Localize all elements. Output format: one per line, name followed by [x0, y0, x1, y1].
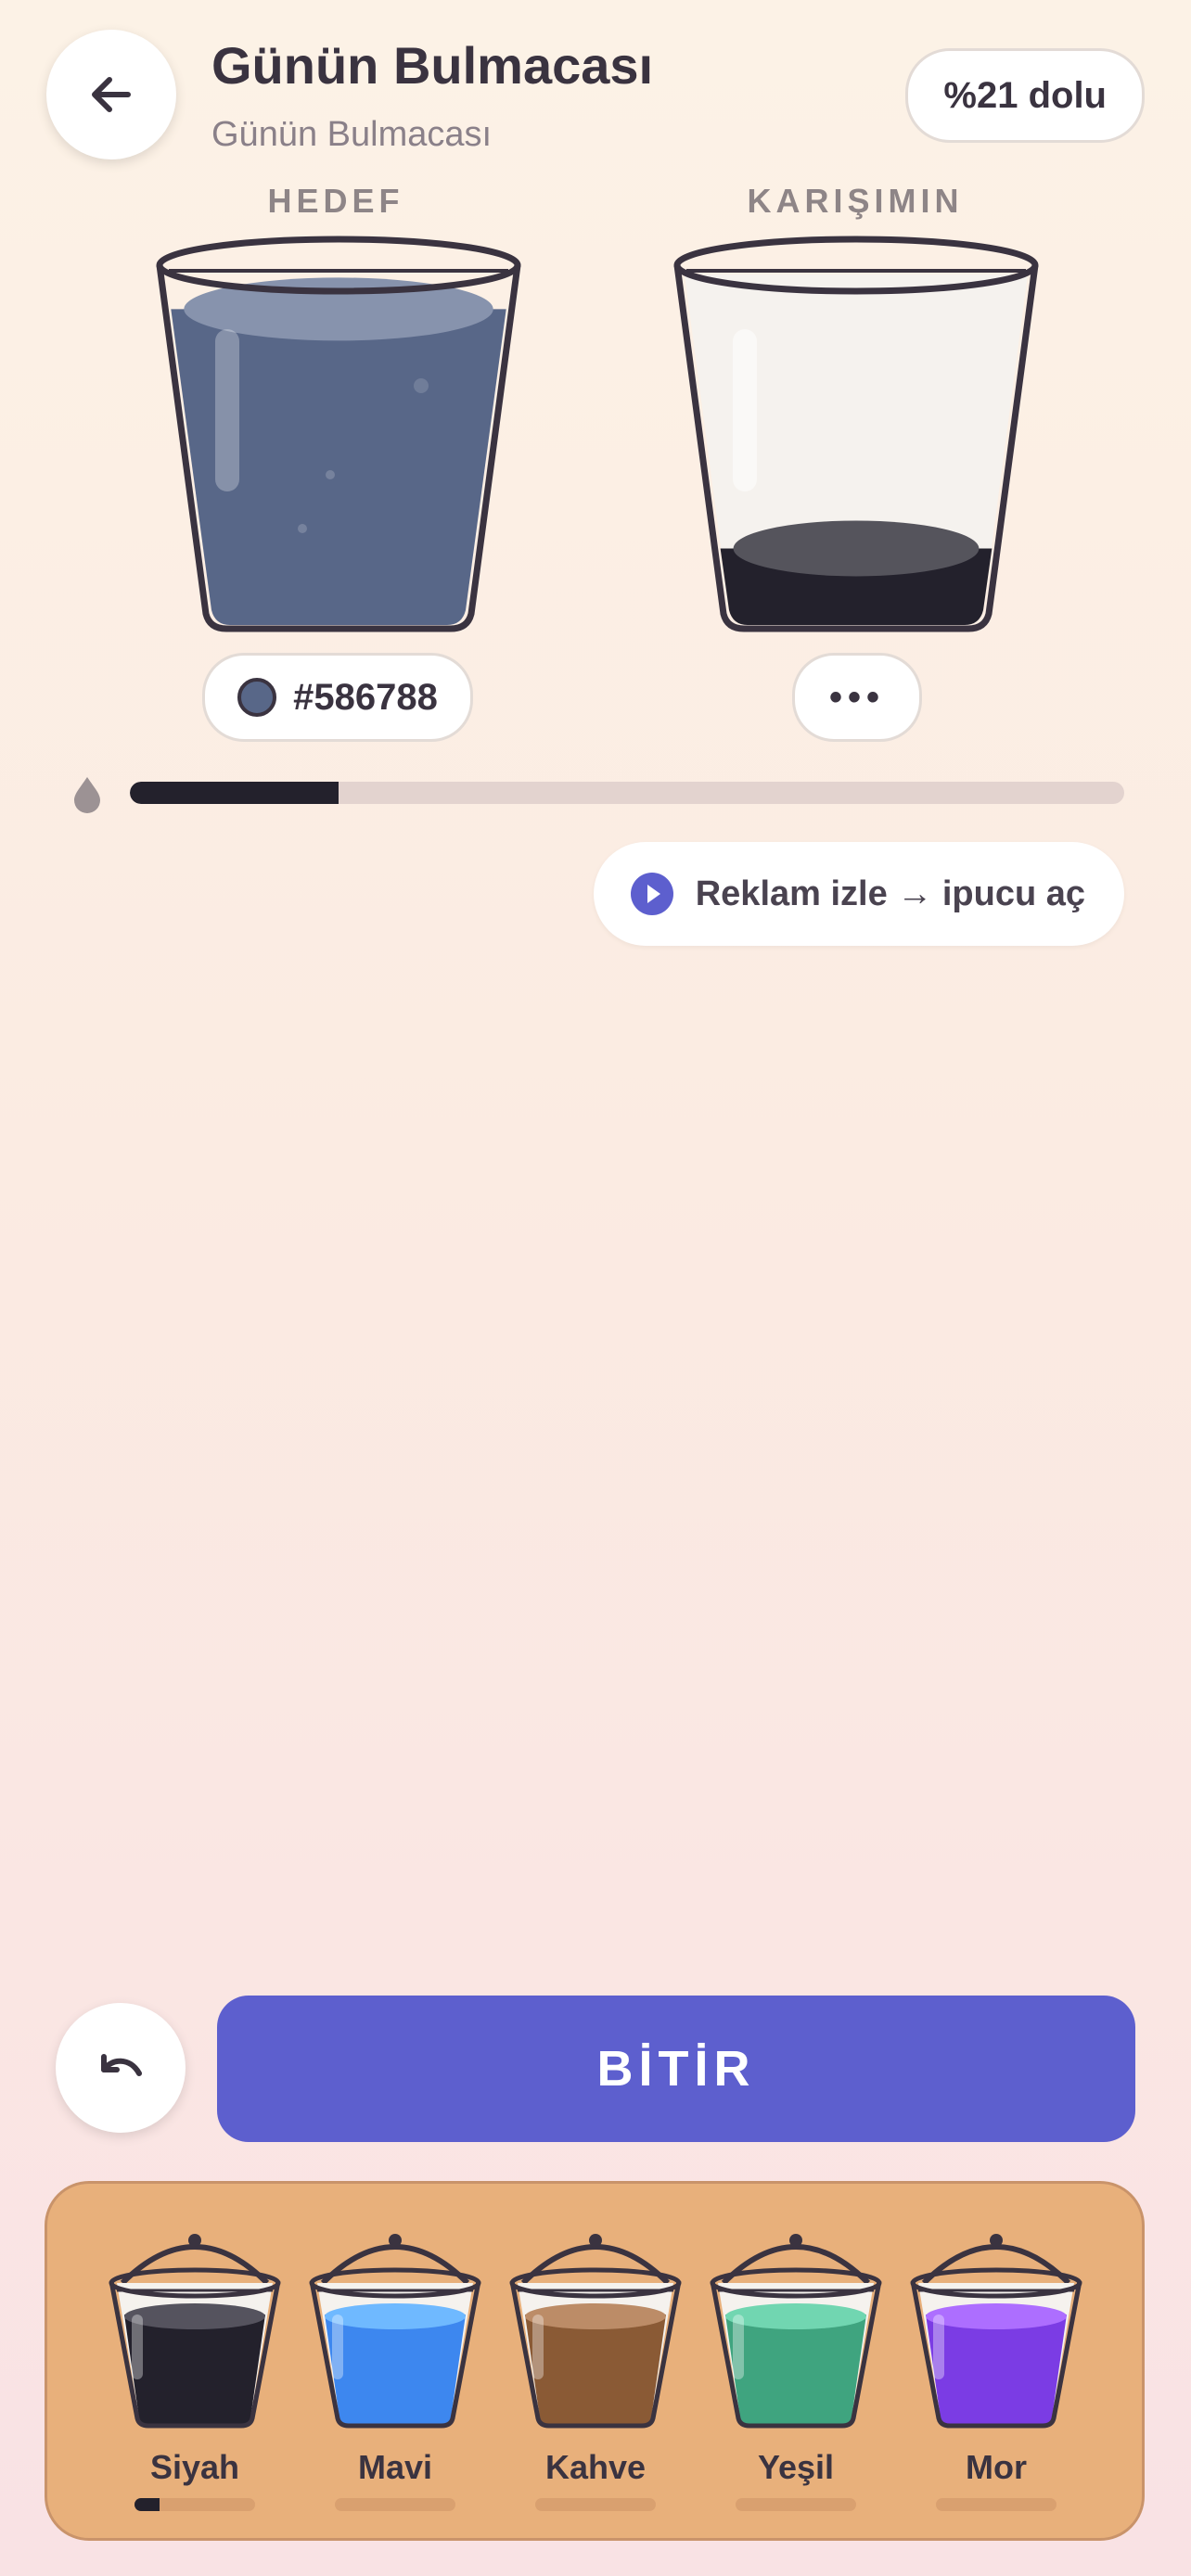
- back-button[interactable]: [46, 30, 176, 159]
- paint-bucket-label: Kahve: [544, 2448, 647, 2486]
- watch-ad-hint-button[interactable]: Reklam izle → ipucu aç: [593, 842, 1124, 946]
- paint-bucket-siyah[interactable]: [102, 2225, 288, 2434]
- bucket-icon: [109, 2234, 281, 2429]
- fill-progress-bar: [130, 782, 1124, 804]
- paint-usage-bar: [134, 2498, 255, 2511]
- paint-bucket-kahve[interactable]: [503, 2225, 688, 2434]
- paint-usage-bar: [335, 2498, 455, 2511]
- bucket-icon: [710, 2234, 882, 2429]
- mix-glass: [673, 236, 1039, 632]
- paint-bucket-label: Mavi: [357, 2448, 433, 2486]
- paint-bucket-label: Siyah: [149, 2448, 240, 2486]
- page-title: Günün Bulmacası: [211, 36, 654, 95]
- target-color-chip: #586788: [202, 653, 473, 742]
- target-label: HEDEF: [267, 182, 404, 220]
- play-icon: [630, 873, 673, 915]
- bucket-icon: [309, 2234, 481, 2429]
- mix-label: KARIŞIMIN: [747, 182, 964, 220]
- watch-ad-hint-label: Reklam izle → ipucu aç: [695, 874, 1085, 913]
- paint-usage-fill: [134, 2498, 160, 2511]
- undo-button[interactable]: [56, 2003, 186, 2133]
- paint-bucket-label: Yeşil: [757, 2448, 835, 2486]
- target-glass: [156, 236, 521, 632]
- paint-bucket-mavi[interactable]: [302, 2225, 488, 2434]
- bucket-icon: [910, 2234, 1082, 2429]
- finish-button[interactable]: BİTİR: [217, 1996, 1135, 2142]
- fill-percentage-badge: %21 dolu: [905, 48, 1145, 143]
- target-hex-label: #586788: [293, 676, 438, 718]
- paint-usage-bar: [535, 2498, 656, 2511]
- paint-bucket-label: Mor: [966, 2448, 1027, 2486]
- mix-color-chip[interactable]: •••: [792, 653, 922, 742]
- bucket-icon: [509, 2234, 682, 2429]
- page-subtitle: Günün Bulmacası: [211, 115, 493, 154]
- target-color-dot: [237, 678, 277, 717]
- paint-bucket-mor[interactable]: [903, 2225, 1089, 2434]
- paint-bucket-yeşil[interactable]: [703, 2225, 889, 2434]
- drop-icon: [74, 777, 100, 813]
- mix-hidden-value: •••: [828, 676, 885, 718]
- undo-icon: [101, 2054, 142, 2076]
- paint-usage-bar: [936, 2498, 1057, 2511]
- paint-usage-bar: [736, 2498, 856, 2511]
- fill-progress-value: [130, 782, 339, 804]
- arrow-left-icon: [92, 77, 131, 112]
